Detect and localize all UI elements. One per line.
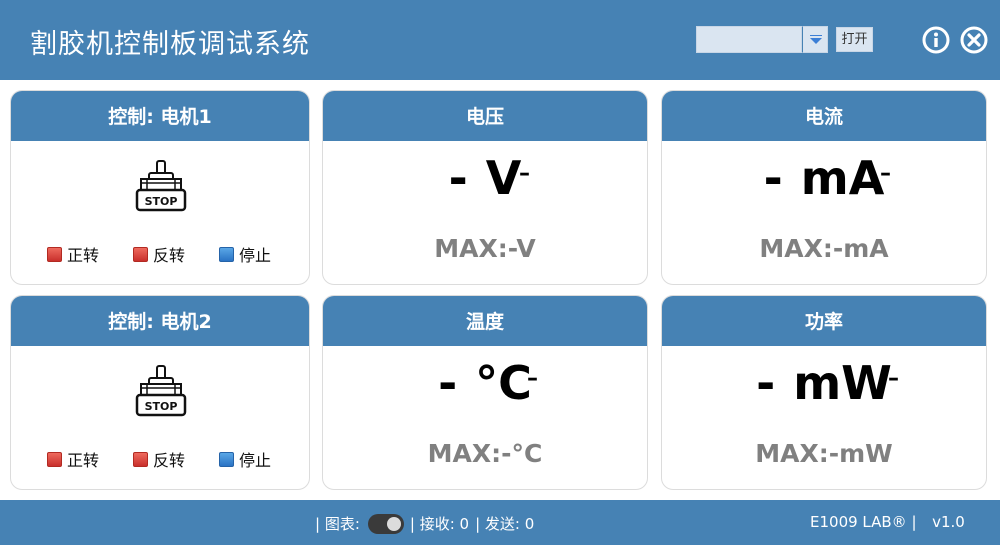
version-label: v1.0 bbox=[932, 513, 965, 531]
status-center: | 图表: | 接收: 0 | 发送: 0 bbox=[315, 513, 534, 534]
stop-indicator-icon bbox=[219, 246, 234, 262]
current-aux: – bbox=[880, 161, 891, 186]
voltage-value: - bbox=[448, 151, 468, 205]
stop-motor-icon: STOP bbox=[135, 365, 187, 417]
motor-2-title: 控制: 电机2 bbox=[11, 296, 309, 346]
toggle-knob-icon bbox=[386, 516, 401, 531]
motor-1-reverse-button[interactable]: 反转 bbox=[133, 243, 185, 265]
voltage-unit: V bbox=[485, 151, 522, 205]
temperature-max: MAX:-°C bbox=[427, 439, 543, 468]
chart-toggle[interactable] bbox=[367, 513, 404, 534]
power-aux: – bbox=[888, 366, 899, 391]
title-bar: 割胶机控制板调试系统 打开 bbox=[0, 0, 1000, 80]
temperature-unit: °C bbox=[475, 356, 532, 410]
current-title: 电流 bbox=[662, 91, 986, 141]
port-select[interactable] bbox=[696, 26, 828, 53]
motor-1-stop-label: 停止 bbox=[239, 246, 272, 265]
status-bar: | 图表: | 接收: 0 | 发送: 0 E1009 LAB® | v1.0 bbox=[0, 500, 1000, 545]
motor-2-reverse-label: 反转 bbox=[153, 451, 186, 470]
current-card: 电流 - mA – MAX:-mA bbox=[661, 90, 987, 285]
info-icon[interactable] bbox=[922, 26, 950, 54]
power-unit: mW bbox=[793, 356, 892, 410]
motor-2-stop-label: 停止 bbox=[239, 451, 272, 470]
power-card: 功率 - mW – MAX:-mW bbox=[661, 295, 987, 490]
motor-2-reverse-button[interactable]: 反转 bbox=[133, 448, 185, 470]
voltage-readout: -V bbox=[323, 151, 647, 205]
sent-count: | 发送: 0 bbox=[475, 515, 535, 533]
motor-2-forward-button[interactable]: 正转 bbox=[47, 448, 99, 470]
power-max: MAX:-mW bbox=[755, 439, 893, 468]
voltage-card: 电压 -V – MAX:-V bbox=[322, 90, 648, 285]
temperature-aux: – bbox=[527, 366, 538, 391]
motor-2-status-label: STOP bbox=[145, 400, 178, 413]
current-unit: mA bbox=[800, 151, 885, 205]
temperature-card: 温度 - °C – MAX:-°C bbox=[322, 295, 648, 490]
dropdown-arrow-icon[interactable] bbox=[802, 26, 828, 53]
temperature-value: - bbox=[438, 356, 458, 410]
current-readout: - mA bbox=[662, 151, 986, 205]
motor-1-status-label: STOP bbox=[145, 195, 178, 208]
forward-indicator-icon bbox=[47, 451, 62, 467]
power-title: 功率 bbox=[662, 296, 986, 346]
motor-2-card: 控制: 电机2 STOP 正转 反转 停止 bbox=[10, 295, 310, 490]
port-select-field[interactable] bbox=[696, 26, 802, 53]
voltage-aux: – bbox=[519, 161, 530, 186]
status-right: E1009 LAB® | v1.0 bbox=[810, 513, 965, 531]
reverse-indicator-icon bbox=[133, 451, 148, 467]
motor-1-card: 控制: 电机1 STOP 正转 反转 停止 bbox=[10, 90, 310, 285]
chart-label: | 图表: bbox=[315, 515, 360, 533]
motor-2-forward-label: 正转 bbox=[67, 451, 100, 470]
motor-1-controls: 正转 反转 停止 bbox=[47, 243, 287, 265]
motor-2-stop-button[interactable]: 停止 bbox=[219, 448, 271, 470]
open-port-button[interactable]: 打开 bbox=[836, 27, 873, 52]
temperature-readout: - °C bbox=[323, 356, 647, 410]
motor-2-controls: 正转 反转 停止 bbox=[47, 448, 287, 470]
app-title: 割胶机控制板调试系统 bbox=[30, 29, 310, 60]
current-value: - bbox=[763, 151, 783, 205]
power-readout: - mW bbox=[662, 356, 986, 410]
motor-1-stop-button[interactable]: 停止 bbox=[219, 243, 271, 265]
received-count: | 接收: 0 bbox=[409, 515, 470, 533]
stop-indicator-icon bbox=[219, 451, 234, 467]
motor-1-reverse-label: 反转 bbox=[153, 246, 186, 265]
motor-1-forward-button[interactable]: 正转 bbox=[47, 243, 99, 265]
temperature-title: 温度 bbox=[323, 296, 647, 346]
voltage-max: MAX:-V bbox=[434, 234, 536, 263]
power-value: - bbox=[756, 356, 776, 410]
voltage-title: 电压 bbox=[323, 91, 647, 141]
motor-1-forward-label: 正转 bbox=[67, 246, 100, 265]
brand-label: E1009 LAB® | bbox=[810, 513, 917, 531]
reverse-indicator-icon bbox=[133, 246, 148, 262]
forward-indicator-icon bbox=[47, 246, 62, 262]
motor-1-title: 控制: 电机1 bbox=[11, 91, 309, 141]
current-max: MAX:-mA bbox=[759, 234, 889, 263]
stop-motor-icon: STOP bbox=[135, 160, 187, 212]
close-icon[interactable] bbox=[960, 26, 988, 54]
